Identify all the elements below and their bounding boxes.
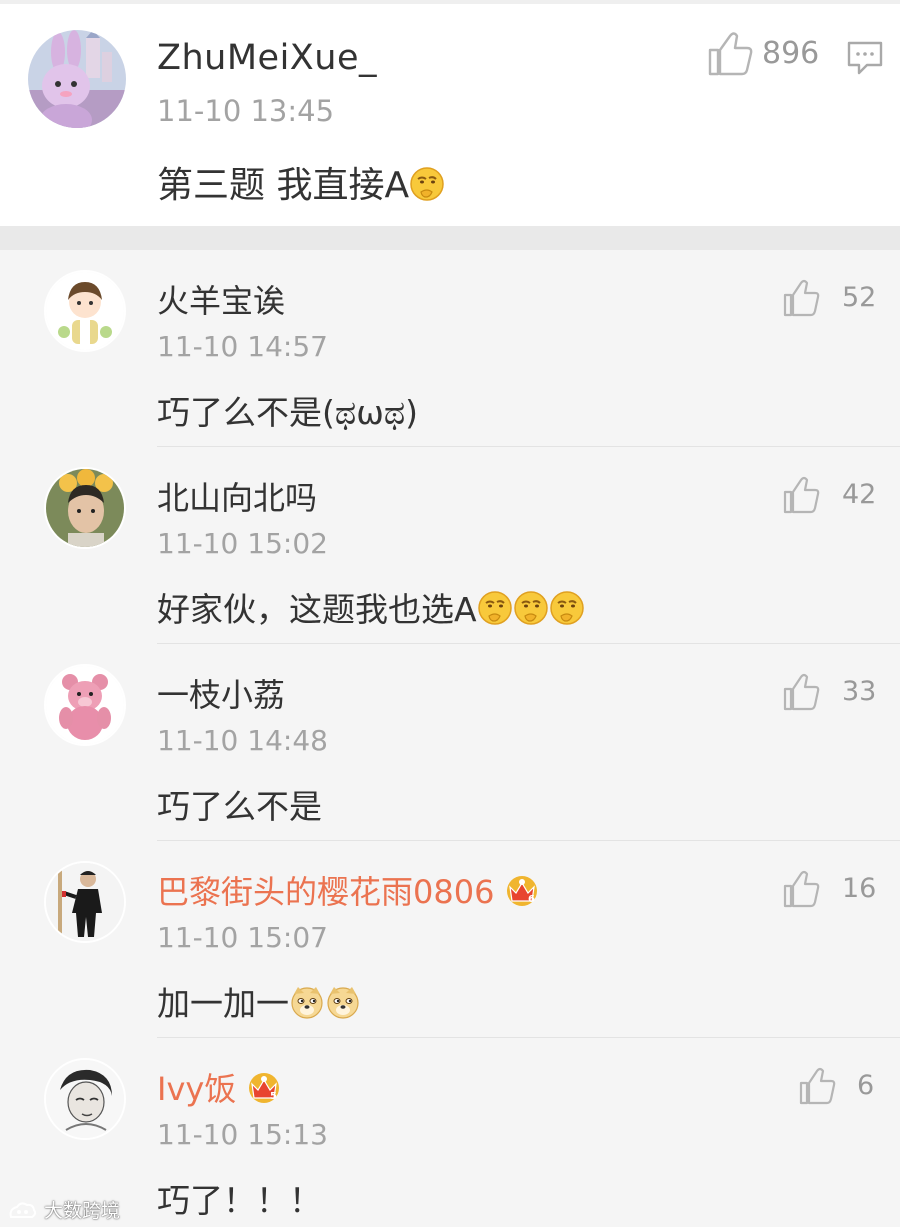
reply-username[interactable]: 一枝小荔 — [157, 670, 285, 716]
reply-time: 11-10 15:02 — [157, 527, 328, 560]
thumbs-up-icon[interactable] — [782, 869, 822, 909]
thumbs-up-icon[interactable] — [782, 672, 822, 712]
vip-crown-badge-icon: 5 — [249, 1073, 280, 1103]
reply-username[interactable]: 火羊宝诶 — [157, 276, 285, 322]
reply-like-count: 16 — [842, 873, 877, 904]
reply-like-count: 42 — [842, 479, 877, 510]
main-comment-username[interactable]: ZhuMeiXue_ — [157, 38, 377, 78]
sketch-avatar-icon[interactable] — [44, 1058, 126, 1140]
cartoon-boy-avatar-icon[interactable] — [44, 270, 126, 352]
thumbs-up-icon[interactable] — [782, 278, 822, 318]
thinking-face-emoji — [410, 167, 444, 201]
reply-time: 11-10 15:07 — [157, 921, 328, 954]
reply-item: 火羊宝诶 11-10 14:57 巧了么不是(ಥωಥ) 52 — [0, 250, 900, 447]
watermark-logo-icon — [9, 1202, 37, 1218]
watermark-text: 大数跨境 — [44, 1200, 121, 1222]
reply-time: 11-10 15:13 — [157, 1118, 328, 1151]
reply-username-text: 巴黎街头的樱花雨0806 — [157, 873, 495, 911]
reply-time: 11-10 14:48 — [157, 724, 328, 757]
reply-username[interactable]: 北山向北吗 — [157, 473, 317, 519]
reply-time: 11-10 14:57 — [157, 330, 328, 363]
reply-comment-icon[interactable] — [846, 40, 884, 76]
doge-emoji — [327, 987, 359, 1019]
watermark: 大数跨境 — [8, 1196, 120, 1223]
thinking-face-emoji — [477, 591, 512, 625]
reply-item: Ivy饭 5 11-10 15:13 巧了！！！ 6 — [0, 1038, 900, 1227]
reply-username[interactable]: Ivy饭 5 — [157, 1064, 284, 1110]
svg-text:5: 5 — [270, 1091, 277, 1102]
reply-like-count: 33 — [842, 676, 877, 707]
section-divider — [0, 226, 900, 250]
reply-text: 好家伙，这题我也选A — [157, 583, 585, 631]
thumbs-up-icon[interactable] — [798, 1066, 838, 1106]
reply-username-text: Ivy饭 — [157, 1070, 237, 1108]
reply-text: 巧了么不是(ಥωಥ) — [157, 393, 419, 432]
pink-bear-avatar-icon[interactable] — [44, 664, 126, 746]
reply-text: 巧了！！！ — [157, 1181, 322, 1220]
reply-item: 一枝小荔 11-10 14:48 巧了么不是 33 — [0, 644, 900, 841]
doge-emoji — [291, 987, 323, 1019]
main-comment-text: 第三题 我直接A — [157, 156, 445, 208]
reply-username[interactable]: 巴黎街头的樱花雨0806 6 — [157, 867, 542, 913]
reply-like-count: 52 — [842, 282, 877, 313]
thumbs-up-icon[interactable] — [782, 475, 822, 515]
main-comment: ZhuMeiXue_ 11-10 13:45 第三题 我直接A 896 — [0, 4, 900, 226]
portrait-avatar-icon[interactable] — [44, 467, 126, 549]
reply-text-content: 好家伙，这题我也选A — [157, 590, 477, 629]
reply-item: 巴黎街头的樱花雨0806 6 11-10 15:07 加一加一 16 — [0, 841, 900, 1038]
thinking-face-emoji — [549, 591, 584, 625]
reply-text: 加一加一 — [157, 977, 361, 1025]
reply-like-count: 6 — [857, 1070, 875, 1101]
main-comment-text-content: 第三题 我直接A — [157, 165, 410, 206]
vip-crown-badge-icon: 6 — [507, 876, 538, 906]
reply-text-content: 加一加一 — [157, 984, 289, 1023]
thinking-face-emoji — [513, 591, 548, 625]
main-comment-like-count: 896 — [762, 36, 820, 71]
reply-item: 北山向北吗 11-10 15:02 好家伙，这题我也选A 42 — [0, 447, 900, 644]
bunny-avatar-icon[interactable] — [28, 30, 126, 128]
svg-text:6: 6 — [528, 894, 535, 905]
person-avatar-icon[interactable] — [44, 861, 126, 943]
main-comment-time: 11-10 13:45 — [157, 94, 335, 128]
reply-text: 巧了么不是 — [157, 787, 322, 826]
